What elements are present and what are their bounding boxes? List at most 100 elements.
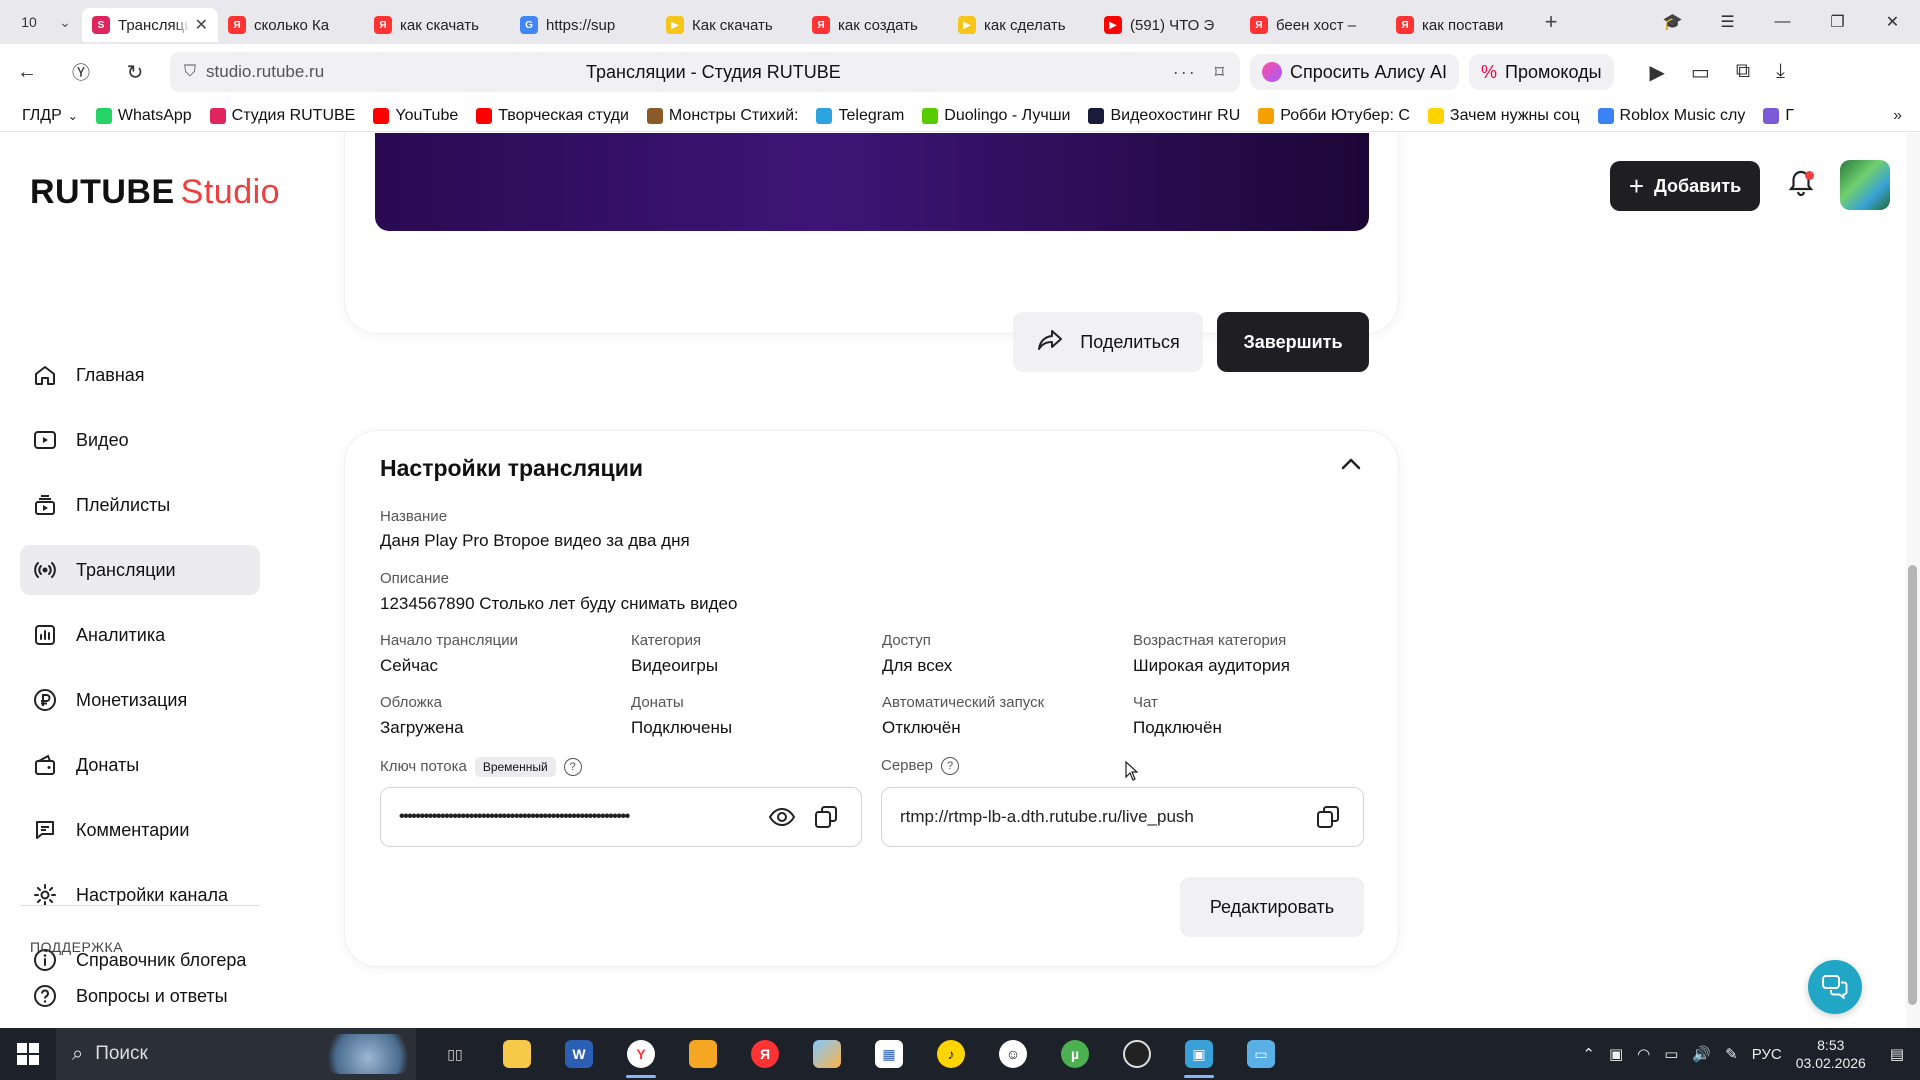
sidebar-item-faq[interactable]: Вопросы и ответы (20, 971, 260, 1021)
rutube-studio-logo[interactable]: RUTUBE Studio (30, 173, 280, 212)
bookmark-item[interactable]: Roblox Music слу (1597, 107, 1745, 125)
bookmark-item[interactable]: WhatsApp (95, 107, 192, 125)
taskbar-yandex-browser[interactable]: Y (610, 1028, 672, 1080)
server-url[interactable]: rtmp://rtmp-lb-a.dth.rutube.ru/live_push (900, 807, 1301, 827)
taskbar-explorer[interactable] (486, 1028, 548, 1080)
bookmark-item[interactable]: Г (1763, 107, 1794, 125)
yandex-home-icon[interactable]: Ⓨ (54, 59, 108, 85)
stream-key-field[interactable]: ••••••••••••••••••••••••••••••••••••••••… (380, 787, 862, 847)
browser-tab[interactable]: Ясколько Ка (218, 8, 364, 42)
taskbar-word[interactable]: W (548, 1028, 610, 1080)
taskbar-search[interactable]: ⌕ Поиск (56, 1028, 416, 1080)
battery-icon[interactable]: ▭ (1691, 60, 1710, 85)
taskbar-store[interactable]: ▦ (858, 1028, 920, 1080)
bookmark-item[interactable]: Duolingo - Лучши (922, 107, 1070, 125)
stream-key-masked[interactable]: ••••••••••••••••••••••••••••••••••••••••… (399, 808, 755, 826)
bookmark-item[interactable]: Робби Ютубер: С (1258, 107, 1410, 125)
scrollbar-thumb[interactable] (1908, 565, 1917, 1005)
taskbar-paint[interactable] (796, 1028, 858, 1080)
eye-icon[interactable] (765, 800, 799, 834)
chevron-up-icon[interactable] (1336, 449, 1366, 479)
bookmark-item[interactable]: Telegram (816, 107, 904, 125)
language-indicator[interactable]: РУС (1752, 1046, 1782, 1063)
sidebar-item-analytics[interactable]: Аналитика (20, 610, 260, 660)
meet-icon[interactable]: ▣ (1609, 1045, 1623, 1063)
finish-button[interactable]: Завершить (1217, 312, 1369, 372)
restore-button[interactable]: ❐ (1810, 12, 1865, 32)
taskbar-yandex[interactable]: Я (734, 1028, 796, 1080)
taskbar-obs[interactable] (1106, 1028, 1168, 1080)
sidebar-item-gear[interactable]: Настройки канала (20, 870, 260, 920)
windows-start-button[interactable] (0, 1028, 56, 1080)
sidebar-item-home[interactable]: Главная (20, 350, 260, 400)
video-preview[interactable] (375, 133, 1369, 231)
ask-alice-button[interactable]: Спросить Алису AI (1250, 54, 1460, 90)
bookmark-item[interactable]: ГЛДР ⌄ (22, 107, 78, 125)
bookmark-item[interactable]: Зачем нужны соц (1427, 107, 1580, 125)
notifications-icon[interactable]: ▤ (1890, 1045, 1904, 1063)
copy-icon[interactable] (809, 800, 843, 834)
browser-tab[interactable]: Якак постави (1386, 8, 1532, 42)
help-icon[interactable]: ? (563, 758, 582, 776)
chevron-right-icon[interactable]: » (1893, 107, 1902, 125)
bookmark-item[interactable]: Видеохостинг RU (1088, 107, 1240, 125)
sidebar-item-playlist[interactable]: Плейлисты (20, 480, 260, 530)
browser-tab[interactable]: ▶ Как скачать (656, 8, 802, 42)
browser-tab[interactable]: ▶ (591) ЧТО Э (1094, 8, 1240, 42)
bookmark-item[interactable]: Студия RUTUBE (209, 107, 355, 125)
edit-button[interactable]: Редактировать (1180, 877, 1364, 937)
shield-icon[interactable]: ⛉ (184, 63, 196, 81)
taskbar-remote[interactable]: ▣ (1168, 1028, 1230, 1080)
bookmark-item[interactable]: YouTube (373, 107, 458, 125)
wifi-icon[interactable]: ◠ (1637, 1045, 1650, 1063)
reload-button[interactable]: ↻ (108, 60, 162, 85)
extensions-icon[interactable]: ⧉ (1736, 60, 1750, 85)
taskbar-torrent[interactable]: µ (1044, 1028, 1106, 1080)
browser-tab[interactable]: Якак создать (802, 8, 948, 42)
graduation-cap-icon[interactable]: 🎓 (1645, 12, 1700, 32)
help-icon[interactable]: ? (941, 757, 960, 776)
avatar[interactable] (1840, 160, 1890, 210)
browser-tab[interactable]: Ябеен хост – (1240, 8, 1386, 42)
battery-icon[interactable]: ▭ (1664, 1045, 1678, 1063)
download-icon[interactable]: ⤓ (1776, 60, 1785, 85)
clock[interactable]: 8:53 03.02.2026 (1796, 1036, 1866, 1072)
new-tab-button[interactable]: + (1536, 7, 1566, 37)
sidebar-item-comment[interactable]: Комментарии (20, 805, 260, 855)
taskbar-music[interactable]: ♪ (920, 1028, 982, 1080)
address-field[interactable]: ⛉ studio.rutube.ru Трансляции - Студия R… (170, 52, 1240, 92)
sidebar-item-broadcast[interactable]: Трансляции (20, 545, 260, 595)
volume-icon[interactable]: 🔊 (1692, 1045, 1711, 1063)
tab-counter[interactable]: 10 (10, 7, 48, 37)
bookmark-item[interactable]: Творческая студи (476, 107, 629, 125)
url-text[interactable]: studio.rutube.ru (206, 62, 586, 82)
minimize-button[interactable]: — (1755, 13, 1810, 31)
back-button[interactable]: ← (0, 61, 54, 84)
browser-tab[interactable]: ▶ как сделать (948, 8, 1094, 42)
promo-button[interactable]: % Промокоды (1469, 54, 1614, 90)
media-icon[interactable]: ▶ (1650, 60, 1665, 85)
pen-icon[interactable]: ✎ (1725, 1045, 1738, 1063)
taskbar-notes[interactable] (672, 1028, 734, 1080)
browser-tab[interactable]: Якак скачать (364, 8, 510, 42)
close-window-button[interactable]: ✕ (1865, 12, 1920, 32)
sidebar-item-ruble[interactable]: Монетизация (20, 675, 260, 725)
share-button[interactable]: Поделиться (1013, 312, 1203, 372)
support-chat-button[interactable] (1808, 960, 1862, 1014)
chevron-up-icon[interactable]: ⌃ (1582, 1045, 1595, 1063)
server-field[interactable]: rtmp://rtmp-lb-a.dth.rutube.ru/live_push (881, 787, 1364, 847)
bookmark-item[interactable]: Монстры Стихий: (646, 107, 798, 125)
taskbar-window[interactable]: ▭ (1230, 1028, 1292, 1080)
sidebar-item-video[interactable]: Видео (20, 415, 260, 465)
chevron-down-icon[interactable]: ⌄ (48, 7, 82, 37)
more-icon[interactable]: ··· (1173, 62, 1197, 83)
menu-icon[interactable]: ☰ (1700, 12, 1755, 32)
browser-tab[interactable]: Ghttps://sup (510, 8, 656, 42)
taskbar-chat-app[interactable]: ☺ (982, 1028, 1044, 1080)
add-button[interactable]: + Добавить (1610, 161, 1760, 211)
copy-icon[interactable] (1311, 800, 1345, 834)
close-tab-icon[interactable]: ✕ (195, 15, 208, 35)
bookmark-icon[interactable]: ⌑ (1215, 62, 1226, 83)
browser-tab[interactable]: SТрансляции✕ (82, 8, 218, 42)
task-view-button[interactable]: ▯▯ (424, 1028, 486, 1080)
